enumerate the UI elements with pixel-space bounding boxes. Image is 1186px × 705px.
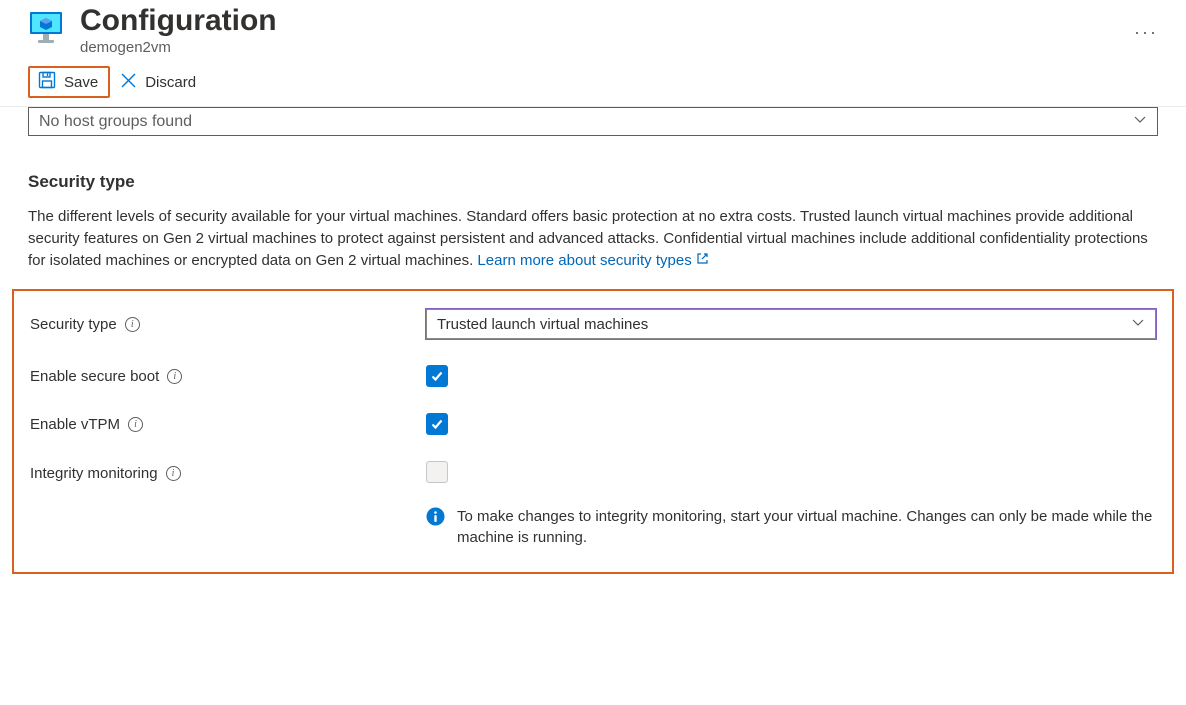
secure-boot-checkbox[interactable] [426, 365, 448, 387]
page-title: Configuration [80, 4, 1116, 37]
discard-button-label: Discard [145, 74, 196, 91]
external-link-icon [696, 252, 709, 269]
close-icon [120, 72, 137, 93]
info-icon[interactable]: i [166, 466, 181, 481]
security-settings-panel: Security type i Trusted launch virtual m… [12, 289, 1174, 574]
info-icon[interactable]: i [128, 417, 143, 432]
chevron-down-icon [1131, 315, 1145, 333]
save-button[interactable]: Save [28, 66, 110, 98]
more-actions-icon[interactable]: ··· [1132, 4, 1158, 43]
integrity-monitoring-label: Integrity monitoring [30, 465, 158, 482]
discard-button[interactable]: Discard [110, 68, 206, 97]
security-type-value: Trusted launch virtual machines [437, 316, 648, 333]
integrity-monitoring-checkbox [426, 461, 448, 483]
chevron-down-icon [1133, 112, 1147, 131]
save-icon [38, 71, 56, 93]
info-icon[interactable]: i [167, 369, 182, 384]
integrity-info-message: To make changes to integrity monitoring,… [457, 506, 1156, 548]
host-group-placeholder: No host groups found [39, 113, 192, 131]
info-icon[interactable]: i [125, 317, 140, 332]
security-type-description: The different levels of security availab… [28, 206, 1158, 271]
host-group-select[interactable]: No host groups found [28, 107, 1158, 136]
learn-more-link[interactable]: Learn more about security types [477, 252, 708, 269]
security-type-select[interactable]: Trusted launch virtual machines [426, 309, 1156, 339]
page-subtitle: demogen2vm [80, 39, 1116, 56]
secure-boot-label: Enable secure boot [30, 368, 159, 385]
security-type-heading: Security type [28, 172, 1158, 192]
info-message-icon [426, 507, 445, 529]
vtpm-checkbox[interactable] [426, 413, 448, 435]
vtpm-label: Enable vTPM [30, 416, 120, 433]
security-type-label: Security type [30, 316, 117, 333]
vm-icon [28, 4, 64, 47]
save-button-label: Save [64, 74, 98, 91]
